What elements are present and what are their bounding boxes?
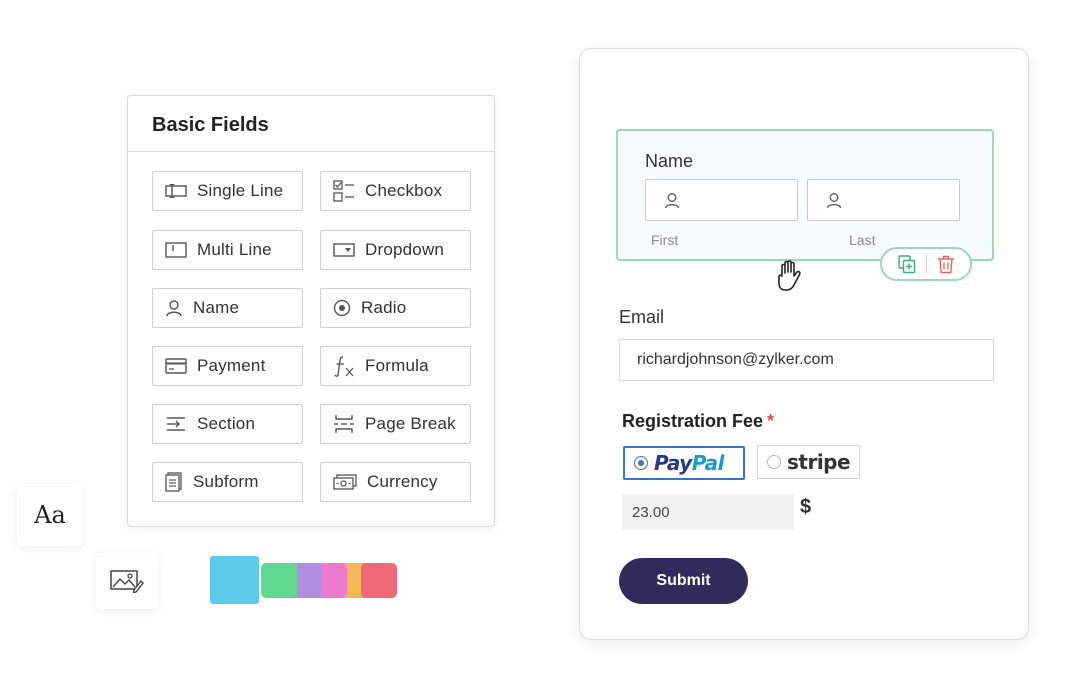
field-multi-line[interactable]: Multi Line [152, 230, 303, 270]
field-action-pill [880, 247, 972, 281]
registration-fee-label: Registration Fee * [622, 411, 774, 432]
field-label: Name [193, 298, 240, 317]
form-preview-card: Name First Last Email richardjohnson@zyl… [579, 48, 1029, 640]
basic-fields-panel: Basic Fields Single Line Checkbox Multi … [127, 95, 495, 527]
field-section[interactable]: Section [152, 404, 303, 444]
basic-fields-title: Basic Fields [128, 96, 494, 152]
hand-cursor-icon [778, 260, 801, 291]
checkbox-icon [333, 180, 354, 202]
color-swatch-red[interactable] [361, 563, 397, 598]
duplicate-icon[interactable] [897, 254, 916, 274]
field-page-break[interactable]: Page Break [320, 404, 471, 444]
single-line-icon [165, 184, 187, 198]
color-palette [210, 556, 400, 604]
field-label: Section [197, 414, 256, 433]
currency-icon [333, 474, 357, 490]
field-single-line[interactable]: Single Line [152, 171, 303, 211]
paypal-logo-pal: Pal [691, 451, 725, 475]
image-edit-tool[interactable] [96, 553, 158, 609]
stripe-logo: stripe [787, 450, 851, 474]
card-icon [165, 358, 187, 374]
field-label: Payment [197, 356, 266, 375]
amount-field: 23.00 [622, 494, 794, 530]
multi-line-icon [165, 242, 187, 258]
image-edit-icon [110, 570, 144, 593]
subform-icon [165, 472, 182, 492]
person-icon [826, 192, 842, 208]
payment-option-paypal[interactable]: PayPal [623, 446, 745, 480]
field-label: Dropdown [365, 240, 445, 259]
paypal-logo-pay: Pay [654, 451, 692, 475]
required-asterisk: * [767, 411, 775, 431]
person-icon [166, 300, 182, 317]
field-label: Page Break [365, 414, 456, 433]
font-style-tool[interactable]: Aa [17, 484, 83, 546]
payment-option-stripe[interactable]: stripe [757, 445, 860, 479]
field-currency[interactable]: Currency [320, 462, 471, 502]
field-name[interactable]: Name [152, 288, 303, 328]
dropdown-icon [333, 243, 355, 257]
pill-divider [925, 255, 927, 273]
trash-icon[interactable] [937, 255, 955, 274]
last-name-sublabel: Last [849, 232, 876, 248]
field-formula[interactable]: Formula [320, 346, 471, 386]
section-icon [167, 417, 185, 431]
radio-selected [634, 456, 648, 470]
paypal-logo: PayPal [654, 451, 725, 475]
formula-icon [334, 356, 354, 377]
field-checkbox[interactable]: Checkbox [320, 171, 471, 211]
currency-symbol: $ [800, 496, 812, 518]
submit-button[interactable]: Submit [619, 558, 748, 604]
field-label: Radio [361, 298, 407, 317]
name-field-label: Name [645, 151, 694, 171]
first-name-input[interactable] [645, 179, 798, 221]
first-name-sublabel: First [651, 232, 679, 248]
field-label: Subform [193, 472, 259, 491]
fee-label-text: Registration Fee [622, 411, 764, 431]
field-label: Checkbox [365, 181, 443, 200]
color-swatch-green[interactable] [261, 563, 297, 598]
radio-icon [333, 299, 351, 317]
field-label: Single Line [197, 181, 284, 200]
email-input[interactable]: richardjohnson@zylker.com [619, 339, 994, 381]
last-name-input[interactable] [807, 179, 960, 221]
field-payment[interactable]: Payment [152, 346, 303, 386]
page-break-icon [334, 415, 354, 433]
email-label: Email [619, 307, 665, 327]
field-label: Currency [367, 472, 438, 491]
font-tool-label: Aa [34, 501, 66, 529]
name-field-selected[interactable]: Name First Last [616, 129, 994, 261]
color-swatch-selected[interactable] [210, 556, 259, 604]
field-label: Formula [365, 356, 429, 375]
field-label: Multi Line [197, 240, 272, 259]
field-radio[interactable]: Radio [320, 288, 471, 328]
field-subform[interactable]: Subform [152, 462, 303, 502]
person-icon [664, 192, 680, 208]
field-dropdown[interactable]: Dropdown [320, 230, 471, 270]
radio-unselected [767, 455, 781, 469]
